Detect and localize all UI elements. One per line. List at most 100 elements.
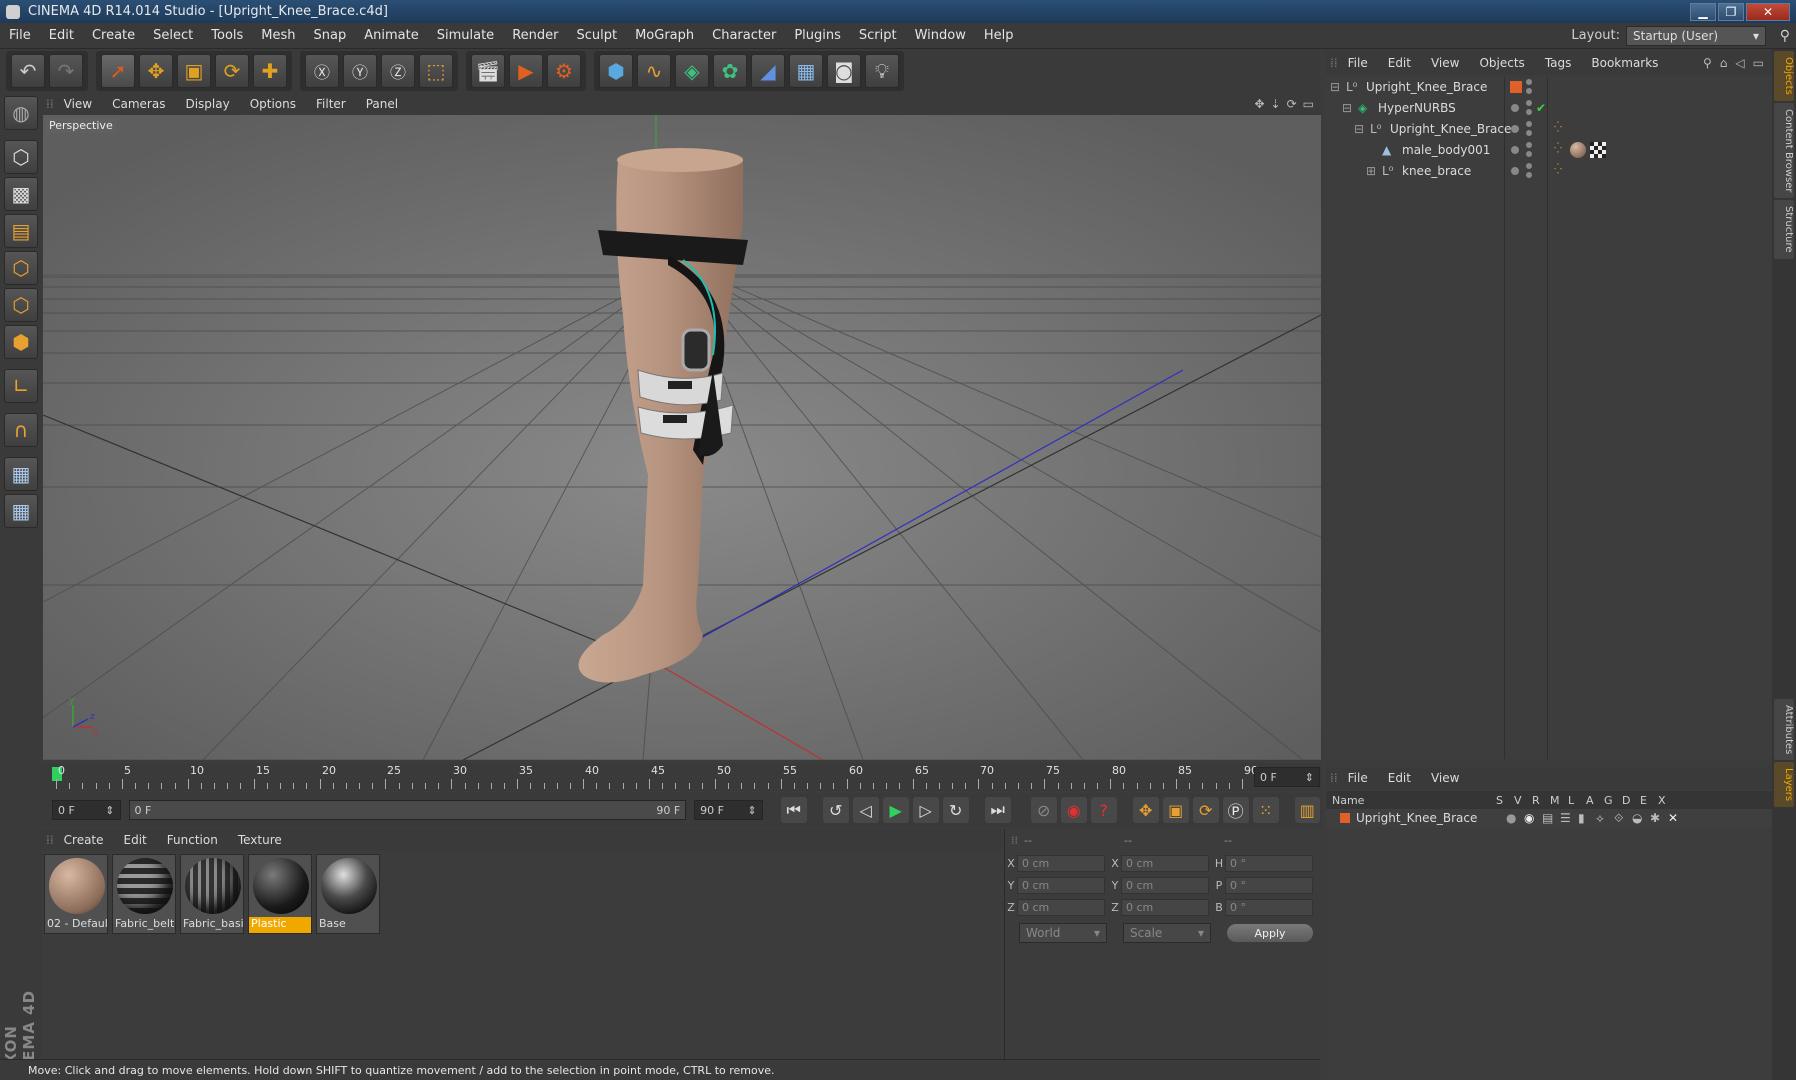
rot-b-field[interactable]: 0 ° [1225, 898, 1313, 916]
z-axis-lock-button[interactable]: Ⓩ [381, 54, 415, 88]
key-pla-button[interactable]: ⁙ [1252, 797, 1279, 823]
rot-p-field[interactable]: 0 ° [1225, 876, 1313, 894]
editor-dot[interactable] [1526, 163, 1532, 169]
manager-icon[interactable]: ☰ [1560, 811, 1578, 825]
size-z-field[interactable]: 0 cm [1121, 898, 1209, 916]
menu-window[interactable]: Window [906, 28, 975, 43]
object-row[interactable]: ⊞ L⁰ knee_brace ⁛ [1326, 161, 1772, 182]
menu-tools[interactable]: Tools [202, 28, 252, 43]
key-rotation-button[interactable]: ⟳ [1192, 797, 1219, 823]
next-key-button[interactable]: ↻ [942, 797, 969, 823]
mograph-button[interactable]: ✿ [713, 54, 747, 88]
generator-icon[interactable]: ⟐ [1614, 811, 1632, 826]
coord-space-dropdown[interactable]: World ▾ [1019, 923, 1107, 943]
tab-structure[interactable]: Structure [1774, 200, 1794, 259]
model-mode-button[interactable]: ⬡ [4, 140, 38, 174]
layer-menu-file[interactable]: File [1338, 771, 1378, 785]
workplane-align-button[interactable]: ▦ [4, 494, 38, 528]
layer-menu-edit[interactable]: Edit [1378, 771, 1421, 785]
keyframe-selection-button[interactable]: ? [1090, 797, 1117, 823]
size-y-field[interactable]: 0 cm [1121, 876, 1209, 894]
light-button[interactable]: 💡︎ [865, 54, 899, 88]
checkmark-icon[interactable]: ✔ [1536, 101, 1546, 115]
redo-button[interactable]: ↷ [49, 54, 83, 88]
viewport-menu-options[interactable]: Options [240, 97, 306, 111]
perspective-viewport[interactable]: y x z [43, 115, 1321, 760]
timeline-ruler[interactable]: 0 5 10 15 20 25 30 35 40 45 50 55 60 65 70 75 80 85 90 0 F… [42, 763, 1322, 791]
polygons-mode-button[interactable]: ⬢ [4, 325, 38, 359]
close-button[interactable]: ✕ [1746, 2, 1790, 21]
move-tool-button[interactable]: ✥ [139, 54, 173, 88]
texture-mode-button[interactable]: ▩ [4, 177, 38, 211]
menu-character[interactable]: Character [703, 28, 785, 43]
object-row[interactable]: ▲ male_body001 ⁛ [1326, 140, 1772, 161]
material-menu-create[interactable]: Create [54, 833, 114, 847]
visibility-dot[interactable] [1511, 146, 1519, 154]
tag-dots-icon[interactable]: ⁛ [1554, 164, 1562, 175]
cube-button[interactable]: ⬢ [599, 54, 633, 88]
undo-button[interactable]: ↶ [11, 54, 45, 88]
apply-button[interactable]: Apply [1227, 924, 1313, 942]
pos-y-field[interactable]: 0 cm [1017, 876, 1105, 894]
edges-mode-button[interactable]: ⬡ [4, 288, 38, 322]
layer-color-swatch[interactable] [1340, 813, 1350, 823]
tab-attributes[interactable]: Attributes [1774, 698, 1794, 761]
pos-z-field[interactable]: 0 cm [1017, 898, 1105, 916]
editor-dot[interactable] [1526, 121, 1532, 127]
material-swatch[interactable]: Fabric_belt [112, 854, 176, 934]
collapse-icon[interactable]: ◁ [1735, 56, 1744, 70]
menu-help[interactable]: Help [975, 28, 1023, 43]
new-panel-icon[interactable]: ▭ [1753, 56, 1764, 70]
render-view-button[interactable]: 🎬︎ [471, 54, 505, 88]
menu-render[interactable]: Render [503, 28, 567, 43]
object-menu-edit[interactable]: Edit [1378, 56, 1421, 70]
home-icon[interactable]: ⌂ [1720, 56, 1728, 70]
workplane-mode-button[interactable]: ▤ [4, 214, 38, 248]
animation-icon[interactable]: ⟡ [1596, 811, 1614, 826]
material-menu-texture[interactable]: Texture [228, 833, 292, 847]
menu-edit[interactable]: Edit [40, 28, 83, 43]
object-menu-objects[interactable]: Objects [1469, 56, 1534, 70]
coordinate-system-button[interactable]: ⬚ [419, 54, 453, 88]
menu-mesh[interactable]: Mesh [252, 28, 304, 43]
solo-toggle-icon[interactable]: ● [1506, 811, 1524, 825]
end-frame-field[interactable]: 90 F ⇕ [694, 800, 763, 820]
material-swatch[interactable]: Base [316, 854, 380, 934]
coord-mode-dropdown[interactable]: Scale ▾ [1123, 923, 1211, 943]
object-row[interactable]: ⊟ ◈ HyperNURBS ✔ [1326, 98, 1772, 119]
viewport-menu-cameras[interactable]: Cameras [102, 97, 175, 111]
points-mode-button[interactable]: ⬡ [4, 251, 38, 285]
object-menu-bookmarks[interactable]: Bookmarks [1581, 56, 1668, 70]
add-object-button[interactable]: ✚ [253, 54, 287, 88]
object-row[interactable]: ⊟ L⁰ Upright_Knee_Brace ⁛ [1326, 119, 1772, 140]
xref-icon[interactable]: ✕ [1668, 811, 1686, 825]
material-swatch-selected[interactable]: Plastic [248, 854, 312, 934]
tag-dots-icon[interactable]: ⁛ [1554, 122, 1562, 133]
collapse-toggle-icon[interactable]: ⊟ [1342, 101, 1352, 115]
snap-button[interactable]: ∩ [4, 413, 38, 447]
menu-script[interactable]: Script [850, 28, 906, 43]
play-button[interactable]: ▶ [882, 797, 909, 823]
material-menu-function[interactable]: Function [157, 833, 228, 847]
render-icon[interactable]: ▤ [1542, 811, 1560, 825]
viewport-zoom-icon[interactable]: ⇣ [1271, 97, 1281, 111]
deformer-icon[interactable]: ◒ [1632, 811, 1650, 825]
record-keys-button[interactable]: ⊘ [1030, 797, 1057, 823]
render-dot[interactable] [1526, 172, 1532, 178]
editor-dot[interactable] [1526, 100, 1532, 106]
editor-dot[interactable] [1526, 142, 1532, 148]
maximize-button[interactable]: ❐ [1718, 2, 1744, 21]
next-frame-button[interactable]: ▷ [912, 797, 939, 823]
material-tag-icon[interactable] [1570, 142, 1586, 158]
rotate-tool-button[interactable]: ⟳ [215, 54, 249, 88]
visible-eye-icon[interactable]: ◉ [1524, 811, 1542, 825]
scale-tool-button[interactable]: ▣ [177, 54, 211, 88]
previous-key-button[interactable]: ↺ [822, 797, 849, 823]
floor-button[interactable]: ▦ [789, 54, 823, 88]
material-swatch[interactable]: 02 - Defaul [44, 854, 108, 934]
render-settings-button[interactable]: ⚙ [547, 54, 581, 88]
pos-x-field[interactable]: 0 cm [1017, 854, 1105, 872]
start-frame-field[interactable]: 0 F ⇕ [52, 800, 121, 820]
expression-icon[interactable]: ✱ [1650, 811, 1668, 825]
render-dot[interactable] [1526, 109, 1532, 115]
